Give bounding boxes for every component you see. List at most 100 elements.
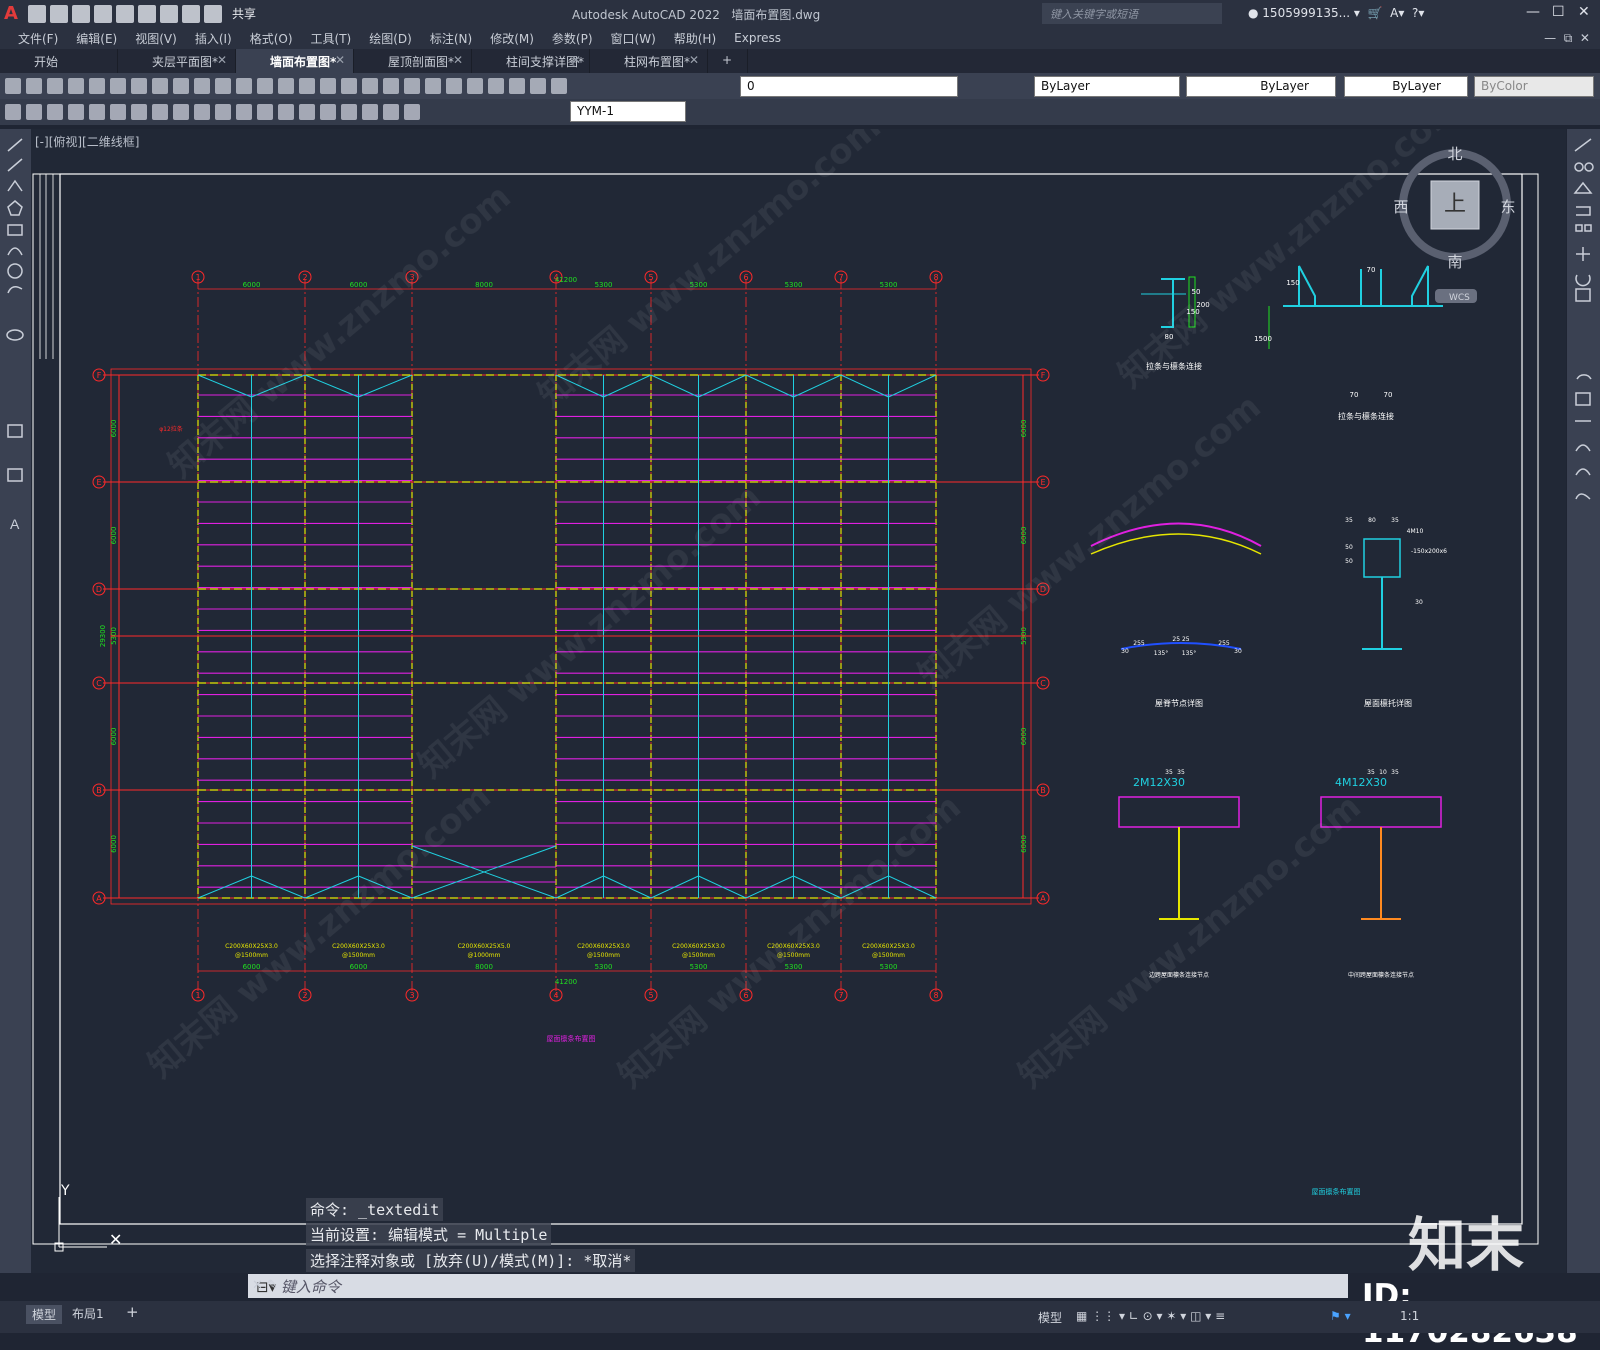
grid-icon[interactable]: ▦ ⋮⋮ ▾ ∟ ⊙ ▾ ✶ ▾ ◫ ▾ ≡ <box>1076 1309 1225 1323</box>
help-icon[interactable] <box>467 78 483 94</box>
autocad-logo-icon[interactable]: A <box>0 3 22 25</box>
menu-express[interactable]: Express <box>734 31 781 45</box>
calculator-icon[interactable] <box>446 78 462 94</box>
menu-view[interactable]: 视图(V) <box>135 30 177 47</box>
layer-dropdown[interactable]: 0 <box>740 76 958 97</box>
tab-wall-layout[interactable]: 墙面布置图* ✕ <box>236 49 354 73</box>
doc-window-controls[interactable]: — ⧉ ✕ <box>1544 31 1590 46</box>
design-center-icon[interactable] <box>362 78 378 94</box>
zoom-prev-icon[interactable] <box>320 78 336 94</box>
tab-bracing-detail[interactable]: 柱间支撑详图* ✕ <box>472 49 590 73</box>
new-tab-button[interactable]: + <box>708 49 748 73</box>
save-icon[interactable] <box>72 4 90 23</box>
redo-icon[interactable] <box>236 78 252 94</box>
dimstyle-dropdown[interactable]: YYM-1 <box>570 101 686 122</box>
paste-icon[interactable] <box>173 78 189 94</box>
preview-icon[interactable] <box>89 78 105 94</box>
dim-edit-icon[interactable] <box>341 104 357 120</box>
match-prop-icon[interactable] <box>194 78 210 94</box>
tab-roof-section[interactable]: 屋顶剖面图* ✕ <box>354 49 472 73</box>
undo-icon[interactable] <box>182 4 200 23</box>
modify-tools-icons[interactable] <box>1567 129 1600 529</box>
viewcube-east[interactable]: 东 <box>1500 198 1515 216</box>
menu-edit[interactable]: 编辑(E) <box>76 30 117 47</box>
quick-dim-icon[interactable] <box>173 104 189 120</box>
dim-arc-icon[interactable] <box>47 104 63 120</box>
dim-radius-icon[interactable] <box>89 104 105 120</box>
tolerance-icon[interactable] <box>278 104 294 120</box>
menu-parametric[interactable]: 参数(P) <box>552 30 593 47</box>
user-account[interactable]: ● 1505999135... ▾ 🛒 A▾ ?▾ <box>1248 6 1424 20</box>
annotation-icon[interactable]: ⚑ ▾ <box>1330 1309 1351 1323</box>
lineweight-dropdown[interactable]: ByLayer <box>1344 76 1468 97</box>
undo-icon[interactable] <box>215 78 231 94</box>
dim-jogged-icon[interactable] <box>110 104 126 120</box>
menu-file[interactable]: 文件(F) <box>18 30 58 47</box>
new-icon[interactable] <box>5 78 21 94</box>
drawing-canvas[interactable]: [-][俯视][二维线框] FFEEDDCCBBAA11223344556677… <box>31 129 1566 1273</box>
menu-format[interactable]: 格式(O) <box>250 30 293 47</box>
dim-baseline-icon[interactable] <box>194 104 210 120</box>
close-tab-icon[interactable]: ✕ <box>689 53 699 67</box>
plot-icon[interactable] <box>160 4 178 23</box>
layer-props-icon[interactable] <box>488 78 504 94</box>
tab-start[interactable]: 开始 <box>0 49 118 73</box>
close-tab-icon[interactable]: ✕ <box>335 53 345 67</box>
dim-diameter-icon[interactable] <box>131 104 147 120</box>
center-mark-icon[interactable] <box>299 104 315 120</box>
inspect-icon[interactable] <box>320 104 336 120</box>
dim-style-icon[interactable] <box>404 104 420 120</box>
dim-break-icon[interactable] <box>257 104 273 120</box>
dim-linear-icon[interactable] <box>5 104 21 120</box>
tab-layout1[interactable]: 布局1 <box>72 1305 104 1322</box>
sheet-set-icon[interactable] <box>404 78 420 94</box>
zoom-window-icon[interactable] <box>299 78 315 94</box>
model-space-button[interactable]: 模型 <box>1038 1309 1062 1326</box>
color-dropdown[interactable]: ByLayer <box>1034 76 1180 97</box>
search-input[interactable]: 键入关键字或短语 <box>1042 3 1222 24</box>
share-button[interactable]: 共享 <box>232 5 256 22</box>
tool-palette-icon[interactable] <box>383 78 399 94</box>
cut-icon[interactable] <box>131 78 147 94</box>
menu-tools[interactable]: 工具(T) <box>311 30 352 47</box>
viewcube[interactable]: 上 北 南 东 西 WCS <box>1393 145 1516 303</box>
close-tab-icon[interactable]: ✕ <box>453 53 463 67</box>
open-web-icon[interactable] <box>116 4 134 23</box>
new-file-icon[interactable] <box>28 4 46 23</box>
menu-insert[interactable]: 插入(I) <box>195 30 232 47</box>
close-tab-icon[interactable]: ✕ <box>571 53 581 67</box>
viewcube-west[interactable]: 西 <box>1393 198 1408 216</box>
add-layout-button[interactable]: + <box>126 1303 139 1321</box>
markup-icon[interactable] <box>425 78 441 94</box>
dim-space-icon[interactable] <box>236 104 252 120</box>
menu-window[interactable]: 窗口(W) <box>611 30 656 47</box>
open-file-icon[interactable] <box>50 4 68 23</box>
viewcube-north[interactable]: 北 <box>1447 145 1462 163</box>
menu-draw[interactable]: 绘图(D) <box>369 30 412 47</box>
open-icon[interactable] <box>26 78 42 94</box>
wcs-menu[interactable]: WCS <box>1449 293 1470 303</box>
maximize-icon[interactable]: ☐ <box>1552 4 1565 20</box>
zoom-icon[interactable] <box>278 78 294 94</box>
dim-angular-icon[interactable] <box>152 104 168 120</box>
menu-modify[interactable]: 修改(M) <box>490 30 534 47</box>
publish-icon[interactable] <box>110 78 126 94</box>
menu-help[interactable]: 帮助(H) <box>674 30 716 47</box>
viewcube-south[interactable]: 南 <box>1447 253 1462 271</box>
menu-dimension[interactable]: 标注(N) <box>430 30 472 47</box>
save-web-icon[interactable] <box>138 4 156 23</box>
redo-icon[interactable] <box>204 4 222 23</box>
plotstyle-dropdown[interactable]: ByColor <box>1474 76 1594 97</box>
save-as-icon[interactable] <box>94 4 112 23</box>
linetype-dropdown[interactable]: ByLayer <box>1186 76 1336 97</box>
save-icon[interactable] <box>47 78 63 94</box>
close-command-icon[interactable]: ✕ ✎ <box>252 1278 278 1293</box>
tab-column-grid[interactable]: 柱网布置图* ✕ <box>590 49 708 73</box>
copy-icon[interactable] <box>152 78 168 94</box>
close-tab-icon[interactable]: ✕ <box>217 53 227 67</box>
dim-aligned-icon[interactable] <box>26 104 42 120</box>
tab-model[interactable]: 模型 <box>26 1305 63 1324</box>
dim-ordinate-icon[interactable] <box>68 104 84 120</box>
sun-icon[interactable] <box>530 78 546 94</box>
viewcube-top-label[interactable]: 上 <box>1444 192 1466 217</box>
